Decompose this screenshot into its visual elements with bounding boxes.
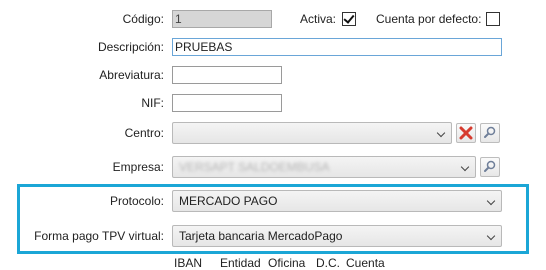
- cuenta-defecto-label: Cuenta por defecto:: [376, 12, 482, 26]
- descripcion-field[interactable]: PRUEBAS: [172, 38, 502, 56]
- empresa-value: VERSAPT SALDOEMBUSA: [179, 160, 330, 174]
- centro-select[interactable]: [172, 122, 452, 144]
- forma-pago-select[interactable]: Tarjeta bancaria MercadoPago: [172, 225, 502, 247]
- forma-pago-value: Tarjeta bancaria MercadoPago: [179, 229, 343, 243]
- protocolo-select[interactable]: MERCADO PAGO: [172, 190, 502, 212]
- protocolo-label: Protocolo:: [109, 194, 164, 208]
- empresa-label: Empresa:: [112, 160, 164, 174]
- protocolo-value: MERCADO PAGO: [179, 194, 278, 208]
- empresa-select[interactable]: VERSAPT SALDOEMBUSA: [172, 156, 476, 178]
- cuenta-defecto-checkbox[interactable]: [486, 12, 500, 26]
- abreviatura-field[interactable]: [172, 66, 282, 84]
- chevron-down-icon: [436, 128, 446, 138]
- search-empresa-button[interactable]: [480, 157, 500, 177]
- activa-checkbox[interactable]: [342, 12, 356, 26]
- red-x-icon: [459, 126, 473, 140]
- codigo-label: Código:: [122, 12, 164, 26]
- abreviatura-label: Abreviatura:: [99, 68, 164, 82]
- codigo-field[interactable]: 1: [172, 10, 272, 28]
- chevron-down-icon: [486, 231, 496, 241]
- chevron-down-icon: [486, 196, 496, 206]
- search-centro-button[interactable]: [480, 123, 500, 143]
- descripcion-label: Descripción:: [97, 40, 164, 54]
- forma-pago-label: Forma pago TPV virtual:: [34, 229, 164, 243]
- clear-centro-button[interactable]: [456, 123, 476, 143]
- activa-label: Activa:: [300, 12, 337, 26]
- nif-label: NIF:: [141, 96, 164, 110]
- search-icon: [484, 160, 496, 172]
- centro-label: Centro:: [124, 126, 164, 140]
- chevron-down-icon: [460, 162, 470, 172]
- nif-field[interactable]: [172, 94, 282, 112]
- search-icon: [484, 126, 496, 138]
